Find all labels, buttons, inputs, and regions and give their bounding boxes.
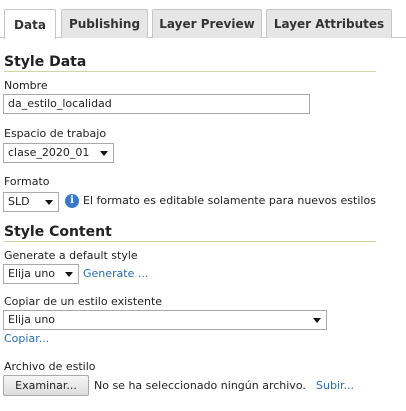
copy-select-value: Elija uno [8,313,56,326]
chevron-down-icon [100,151,108,156]
format-select-value: SLD [8,195,30,208]
section-divider [4,71,376,72]
chevron-down-icon [45,200,53,205]
tab-layer-preview[interactable]: Layer Preview [152,9,262,38]
section-title-style-data: Style Data [4,54,87,70]
upload-link[interactable]: Subir... [316,379,354,392]
tab-data[interactable]: Data [4,9,56,39]
browse-button[interactable]: Examinar... [3,375,89,396]
generate-label: Generate a default style [4,249,138,262]
copy-label: Copiar de un estilo existente [4,295,163,308]
generate-select[interactable]: Elija uno [3,264,79,284]
format-label: Formato [4,175,50,188]
section-title-style-content: Style Content [4,224,112,240]
format-select[interactable]: SLD [3,192,59,212]
generate-select-value: Elija uno [8,267,56,280]
chevron-down-icon [313,318,321,323]
copy-link[interactable]: Copiar... [4,332,49,345]
nombre-label: Nombre [4,79,48,92]
workspace-select-value: clase_2020_01 [8,146,90,159]
file-label: Archivo de estilo [4,360,96,373]
workspace-select[interactable]: clase_2020_01 [3,143,114,163]
no-file-text: No se ha seleccionado ningún archivo. [94,379,306,392]
nombre-input[interactable]: da_estilo_localidad [3,94,310,114]
tab-publishing[interactable]: Publishing [61,9,148,38]
format-note: El formato es editable solamente para nu… [83,194,376,207]
section-divider [4,241,376,242]
tab-layer-attributes[interactable]: Layer Attributes [266,9,392,38]
info-icon: i [65,194,79,208]
chevron-down-icon [65,272,73,277]
tab-bar: Data Publishing Layer Preview Layer Attr… [0,0,406,39]
workspace-label: Espacio de trabajo [4,127,107,140]
copy-select[interactable]: Elija uno [3,310,327,330]
generate-link[interactable]: Generate ... [83,267,148,280]
